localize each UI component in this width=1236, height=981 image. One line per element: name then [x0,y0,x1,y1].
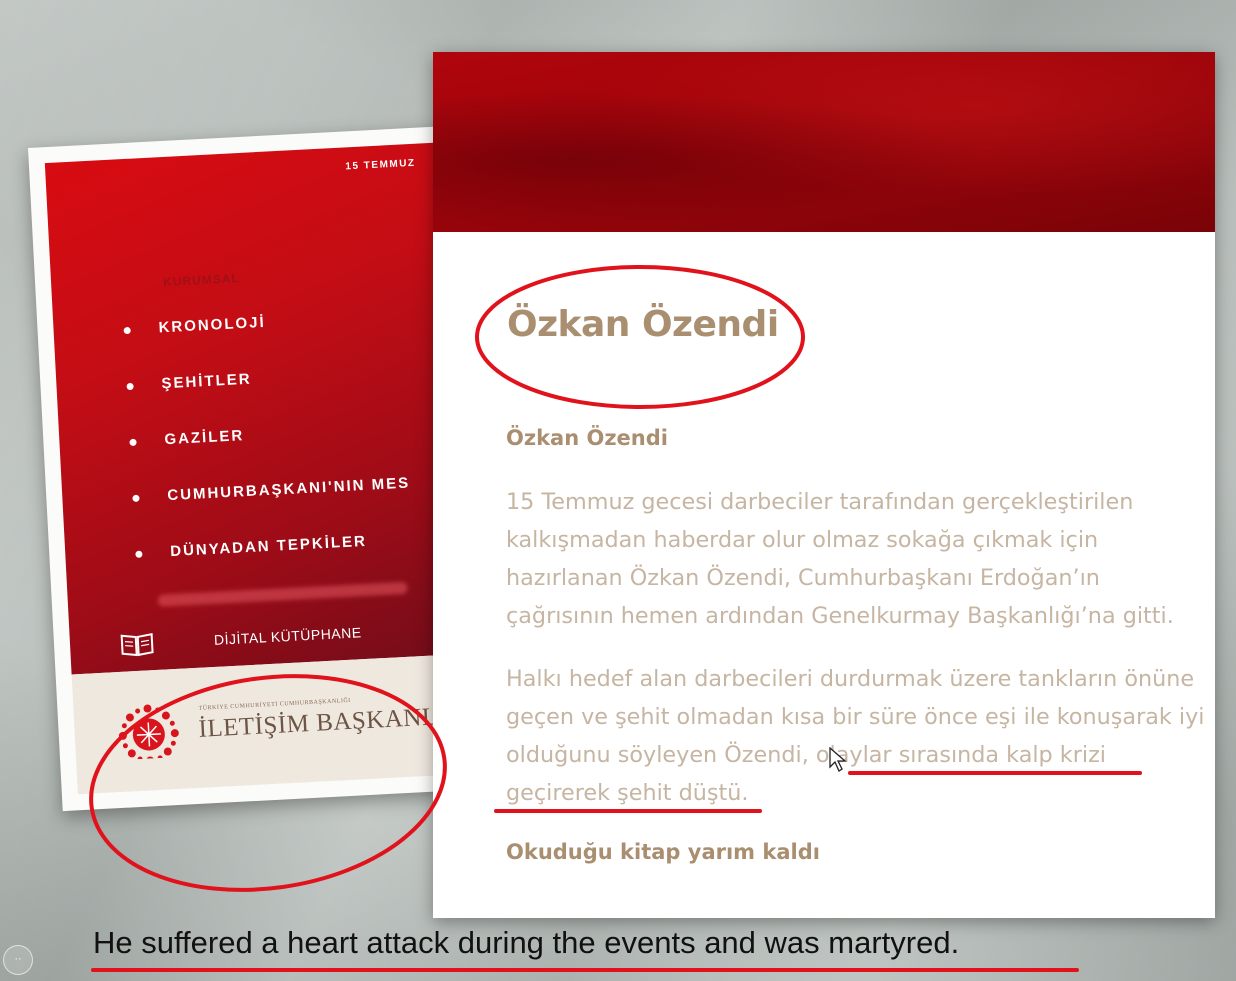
video-caption: He suffered a heart attack during the ev… [93,925,960,960]
article-title: Özkan Özendi [507,304,779,345]
menu-item-kurumsal[interactable]: KURUMSAL [163,271,240,289]
book-icon [120,632,154,657]
bullet-icon [126,382,134,391]
article-paragraph-2: Halkı hedef alan darbecileri durdurmak ü… [506,666,1205,806]
site-date-header: 15 TEMMUZ [345,157,416,173]
article-subheading: Özkan Özendi [506,426,668,450]
digital-library-label: DİJİTAL KÜTÜPHANE [213,624,362,648]
bullet-icon [123,326,131,335]
bullet-icon [132,494,140,503]
digital-library-link[interactable]: DİJİTAL KÜTÜPHANE [119,619,362,658]
bullet-icon [129,438,137,447]
bullet-icon [135,550,143,558]
red-header-banner [433,52,1215,232]
article-card: Özkan Özendi Özkan Özendi 15 Temmuz gece… [433,52,1215,918]
mouse-cursor-icon [829,747,847,772]
article-section-heading: Okuduğu kitap yarım kaldı [506,840,820,864]
article-paragraph-1: 15 Temmuz gecesi darbeciler tarafından g… [506,489,1174,629]
site-menu-list: KRONOLOJİ ŞEHİTLER GAZİLER CUMHURBAŞKANI… [123,307,415,601]
player-options-button[interactable]: ·· [3,945,33,975]
